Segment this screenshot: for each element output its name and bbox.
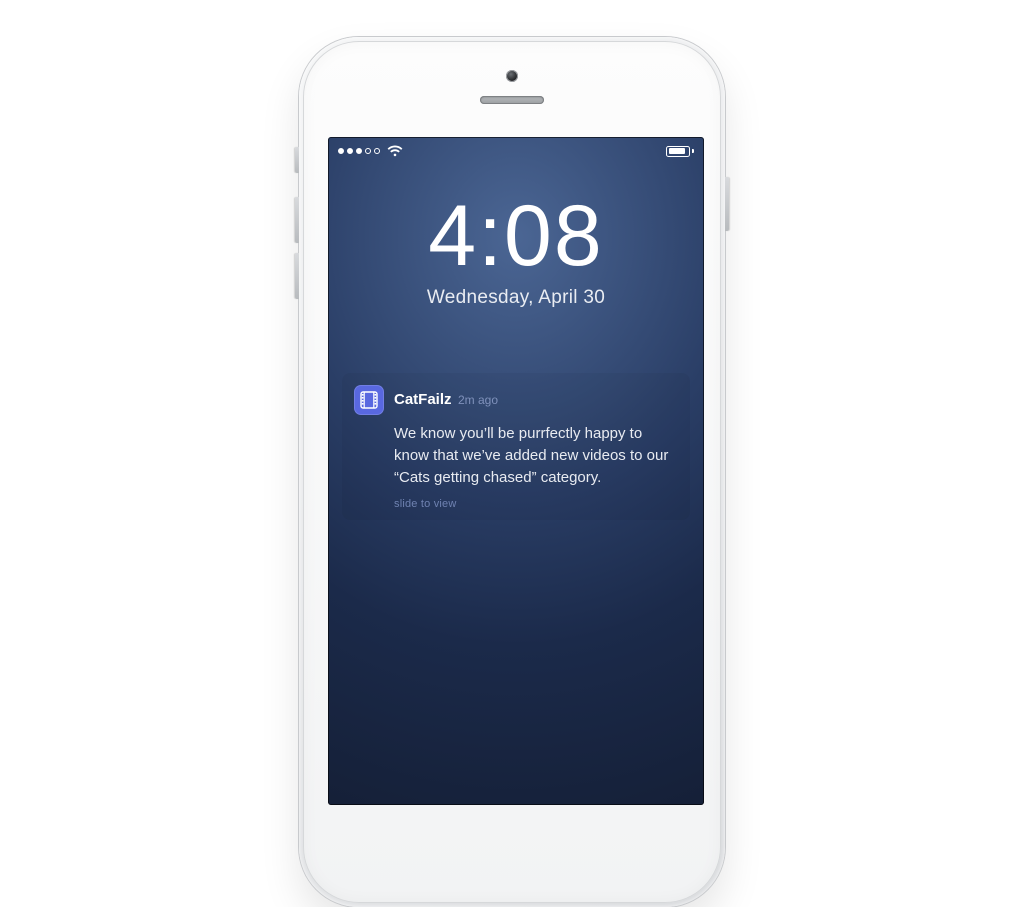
notification-age: 2m ago xyxy=(458,393,498,407)
notification-header: CatFailz 2m ago xyxy=(354,385,678,415)
battery-icon xyxy=(666,146,694,157)
notification-body: We know you’ll be purrfectly happy to kn… xyxy=(394,423,678,488)
mute-switch[interactable] xyxy=(295,147,299,173)
volume-up-button[interactable] xyxy=(295,197,299,243)
lockscreen-date: Wednesday, April 30 xyxy=(328,287,704,309)
front-camera-icon xyxy=(506,70,518,82)
volume-down-button[interactable] xyxy=(295,253,299,299)
cell-signal-icon xyxy=(338,148,380,154)
wifi-icon xyxy=(387,145,403,157)
status-bar-left xyxy=(338,145,403,157)
power-button[interactable] xyxy=(725,177,729,231)
app-icon xyxy=(354,385,384,415)
lock-screen[interactable]: 4:08 Wednesday, April 30 xyxy=(328,137,704,805)
phone-bezel: 4:08 Wednesday, April 30 xyxy=(303,41,721,903)
notification-app-name: CatFailz xyxy=(394,391,452,408)
status-bar xyxy=(328,137,704,161)
film-strip-icon xyxy=(360,391,378,409)
phone-device: 4:08 Wednesday, April 30 xyxy=(299,37,725,907)
earpiece-speaker xyxy=(480,96,544,104)
notification-card[interactable]: CatFailz 2m ago We know you’ll be purrfe… xyxy=(342,373,690,520)
notification-slide-hint[interactable]: slide to view xyxy=(394,498,678,510)
lockscreen-time: 4:08 xyxy=(328,193,704,279)
notification-title-row: CatFailz 2m ago xyxy=(394,391,498,409)
